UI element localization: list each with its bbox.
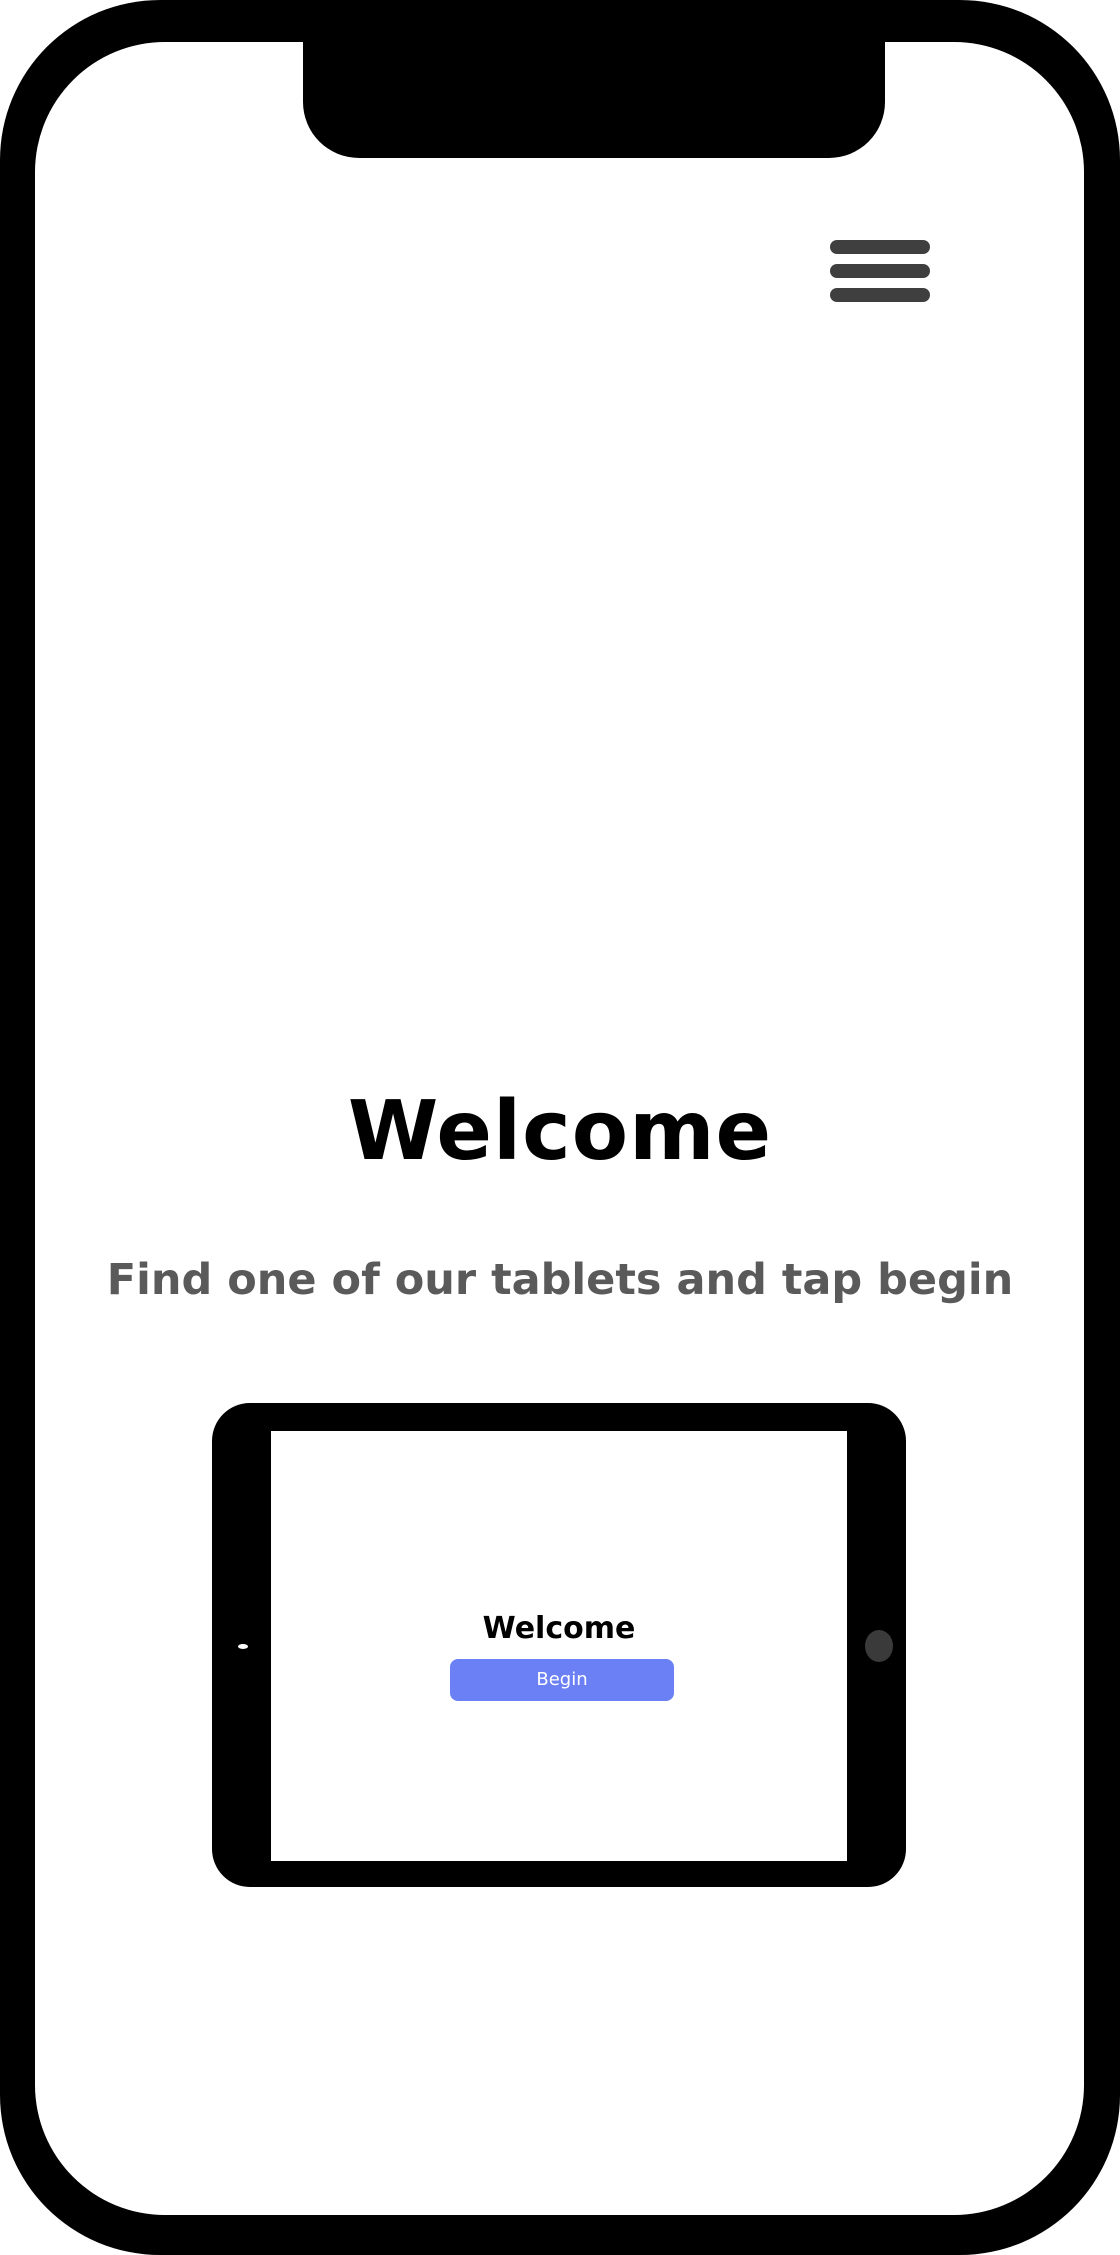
tablet-home-button-icon — [865, 1630, 893, 1662]
page-title: Welcome — [347, 1084, 773, 1179]
menu-bar-bottom — [830, 288, 930, 302]
page-subtitle: Find one of our tablets and tap begin — [106, 1255, 1014, 1305]
phone-notch — [303, 42, 885, 158]
menu-bar-middle — [830, 264, 930, 278]
tablet-illustration: Welcome Begin — [212, 1403, 906, 1887]
hamburger-menu-icon[interactable] — [830, 238, 932, 304]
tablet-screen: Welcome Begin — [271, 1431, 847, 1861]
tablet-camera-icon — [238, 1644, 248, 1649]
tablet-title: Welcome — [482, 1611, 636, 1646]
begin-button[interactable]: Begin — [450, 1659, 674, 1701]
menu-bar-top — [830, 240, 930, 254]
